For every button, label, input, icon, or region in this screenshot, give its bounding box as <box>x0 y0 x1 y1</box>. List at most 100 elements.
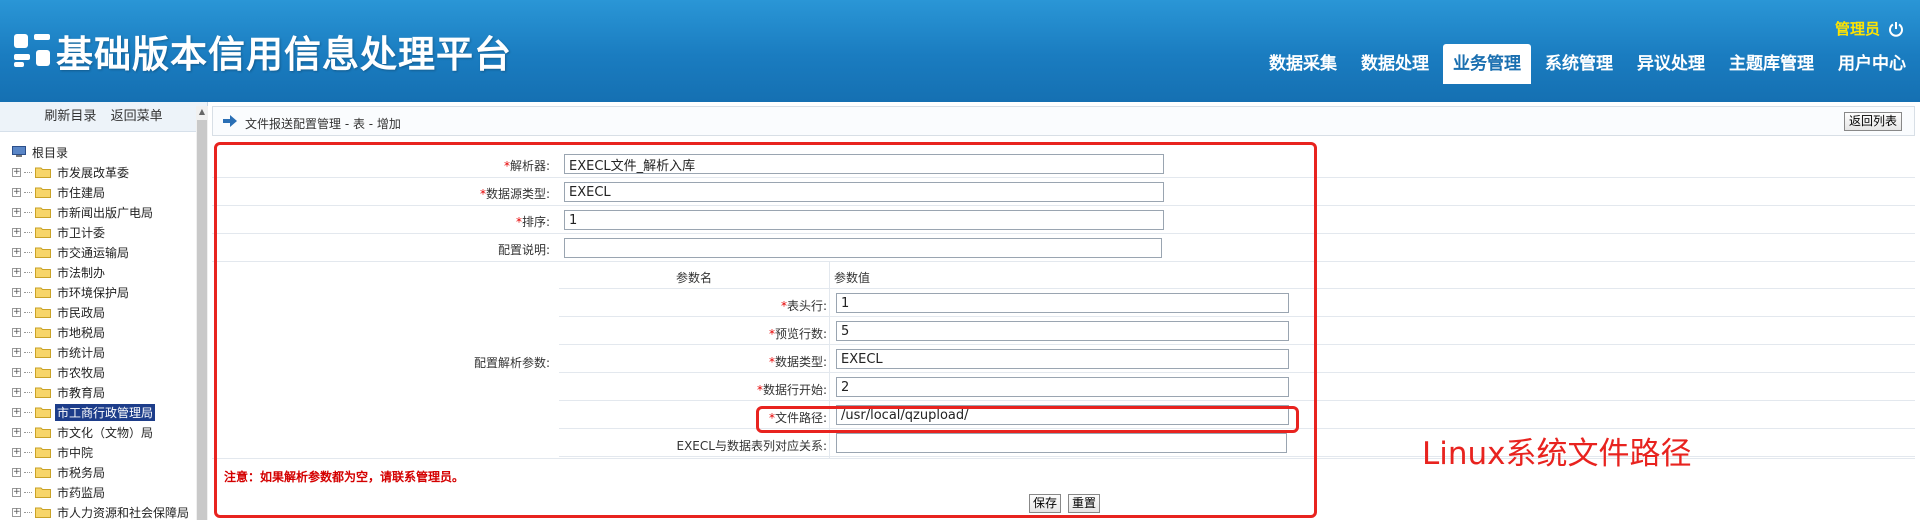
tree-item[interactable]: + 市农牧局 <box>0 362 196 382</box>
expand-plus-icon[interactable]: + <box>12 167 21 177</box>
tree-connector <box>24 231 32 233</box>
description-input[interactable] <box>564 238 1162 258</box>
tree-item[interactable]: + 市住建局 <box>0 182 196 202</box>
nav-objection-handling[interactable]: 异议处理 <box>1627 44 1715 84</box>
scroll-up-arrow-icon[interactable]: ▲ <box>196 106 208 118</box>
param-row: *数据类型: <box>559 345 1915 373</box>
expand-plus-icon[interactable]: + <box>12 327 21 337</box>
tree-root-label: 根目录 <box>32 145 69 160</box>
tree-item-label: 市人力资源和社会保障局 <box>57 505 190 520</box>
tree-item[interactable]: + 市地税局 <box>0 322 196 342</box>
tree-item[interactable]: + 市发展改革委 <box>0 162 196 182</box>
tree-item[interactable]: + 市民政局 <box>0 302 196 322</box>
params-table-header: 参数名 参数值 <box>559 261 1915 289</box>
tree-item[interactable]: + 市新闻出版广电局 <box>0 202 196 222</box>
tree-item[interactable]: + 市交通运输局 <box>0 242 196 262</box>
form-row-parser: *解析器: <box>212 150 1915 178</box>
app-title: 基础版本信用信息处理平台 <box>56 33 512 76</box>
expand-plus-icon[interactable]: + <box>12 467 21 477</box>
user-name[interactable]: 管理员 <box>1835 18 1880 39</box>
tree-connector <box>24 311 32 313</box>
param-label: EXECL与数据表列对应关系: <box>676 439 828 453</box>
tree-item[interactable]: + 市环境保护局 <box>0 282 196 302</box>
param-value-input[interactable] <box>836 349 1289 369</box>
order-input[interactable] <box>564 210 1164 230</box>
expand-plus-icon[interactable]: + <box>12 387 21 397</box>
param-value-header: 参数值 <box>834 271 871 285</box>
sidebar-scrollbar[interactable]: ▲ <box>196 106 208 520</box>
nav-data-collection[interactable]: 数据采集 <box>1259 44 1347 84</box>
tree-connector <box>24 451 32 453</box>
nav-user-center[interactable]: 用户中心 <box>1828 44 1916 84</box>
folder-icon <box>35 287 51 298</box>
tree-item[interactable]: + 市文化（文物）局 <box>0 422 196 442</box>
back-menu-link[interactable]: 返回菜单 <box>111 109 163 124</box>
tree-connector <box>24 371 32 373</box>
save-button[interactable]: 保存 <box>1029 494 1062 513</box>
expand-plus-icon[interactable]: + <box>12 507 21 517</box>
nav-data-processing[interactable]: 数据处理 <box>1351 44 1439 84</box>
parser-label: 解析器: <box>509 159 550 173</box>
form-row-description: 配置说明: <box>212 234 1915 262</box>
tree-item[interactable]: + 市工商行政管理局 <box>0 402 196 422</box>
expand-plus-icon[interactable]: + <box>12 367 21 377</box>
expand-plus-icon[interactable]: + <box>12 427 21 437</box>
monitor-icon <box>12 146 26 157</box>
sidebar-header: 刷新目录 返回菜单 <box>0 102 207 132</box>
tree-item-label: 市住建局 <box>57 185 106 200</box>
expand-plus-icon[interactable]: + <box>12 267 21 277</box>
params-table: 参数名 参数值 *表头行:*预览行数:*数据类型:*数据行开始:*文件路径: EX… <box>559 261 1915 459</box>
param-value-input[interactable] <box>836 405 1289 425</box>
tree-item[interactable]: + 市税务局 <box>0 462 196 482</box>
param-value-input[interactable] <box>836 293 1289 313</box>
folder-icon <box>35 507 51 518</box>
tree-item-label: 市环境保护局 <box>57 285 130 300</box>
param-value-input[interactable] <box>836 377 1289 397</box>
refresh-directory-link[interactable]: 刷新目录 <box>44 109 96 124</box>
tree-item[interactable]: + 市人力资源和社会保障局 <box>0 502 196 522</box>
expand-plus-icon[interactable]: + <box>12 307 21 317</box>
tree-item-label: 市税务局 <box>57 465 106 480</box>
tree-item-label: 市地税局 <box>57 325 106 340</box>
parser-input[interactable] <box>564 154 1164 174</box>
expand-plus-icon[interactable]: + <box>12 487 21 497</box>
expand-plus-icon[interactable]: + <box>12 347 21 357</box>
power-icon[interactable] <box>1888 21 1904 37</box>
folder-icon <box>35 227 51 238</box>
tree-item[interactable]: + 市教育局 <box>0 382 196 402</box>
scroll-thumb[interactable] <box>197 120 207 520</box>
expand-plus-icon[interactable]: + <box>12 407 21 417</box>
tree-item-label: 市文化（文物）局 <box>57 425 154 440</box>
order-label: 排序: <box>521 215 550 229</box>
tree-root[interactable]: 根目录 <box>0 142 196 162</box>
nav-business-management[interactable]: 业务管理 <box>1443 44 1531 84</box>
tree-item[interactable]: + 市法制办 <box>0 262 196 282</box>
datasource-type-input[interactable] <box>564 182 1164 202</box>
back-to-list-button[interactable]: 返回列表 <box>1843 112 1902 131</box>
param-label: 数据类型: <box>774 355 827 369</box>
logo-icon <box>14 34 50 67</box>
tree-item[interactable]: + 市中院 <box>0 442 196 462</box>
expand-plus-icon[interactable]: + <box>12 447 21 457</box>
expand-plus-icon[interactable]: + <box>12 287 21 297</box>
param-label: 预览行数: <box>774 327 827 341</box>
tree-connector <box>24 271 32 273</box>
tree-item[interactable]: + 市药监局 <box>0 482 196 502</box>
expand-plus-icon[interactable]: + <box>12 247 21 257</box>
expand-plus-icon[interactable]: + <box>12 227 21 237</box>
reset-button[interactable]: 重置 <box>1068 494 1101 513</box>
expand-plus-icon[interactable]: + <box>12 187 21 197</box>
tree-connector <box>24 391 32 393</box>
tree-item[interactable]: + 市统计局 <box>0 342 196 362</box>
nav-system-management[interactable]: 系统管理 <box>1535 44 1623 84</box>
folder-icon <box>35 187 51 198</box>
folder-icon <box>35 267 51 278</box>
tree-item[interactable]: + 市卫计委 <box>0 222 196 242</box>
folder-icon <box>35 207 51 218</box>
expand-plus-icon[interactable]: + <box>12 207 21 217</box>
nav-theme-library[interactable]: 主题库管理 <box>1719 44 1824 84</box>
param-value-input[interactable] <box>836 321 1289 341</box>
directory-tree: 根目录 + 市发展改革委 + 市住建局 + 市新闻出版广电局 + 市卫计委 + 市交通运输局 + 市法… <box>0 142 196 522</box>
param-value-input[interactable] <box>836 433 1287 453</box>
tree-connector <box>24 331 32 333</box>
